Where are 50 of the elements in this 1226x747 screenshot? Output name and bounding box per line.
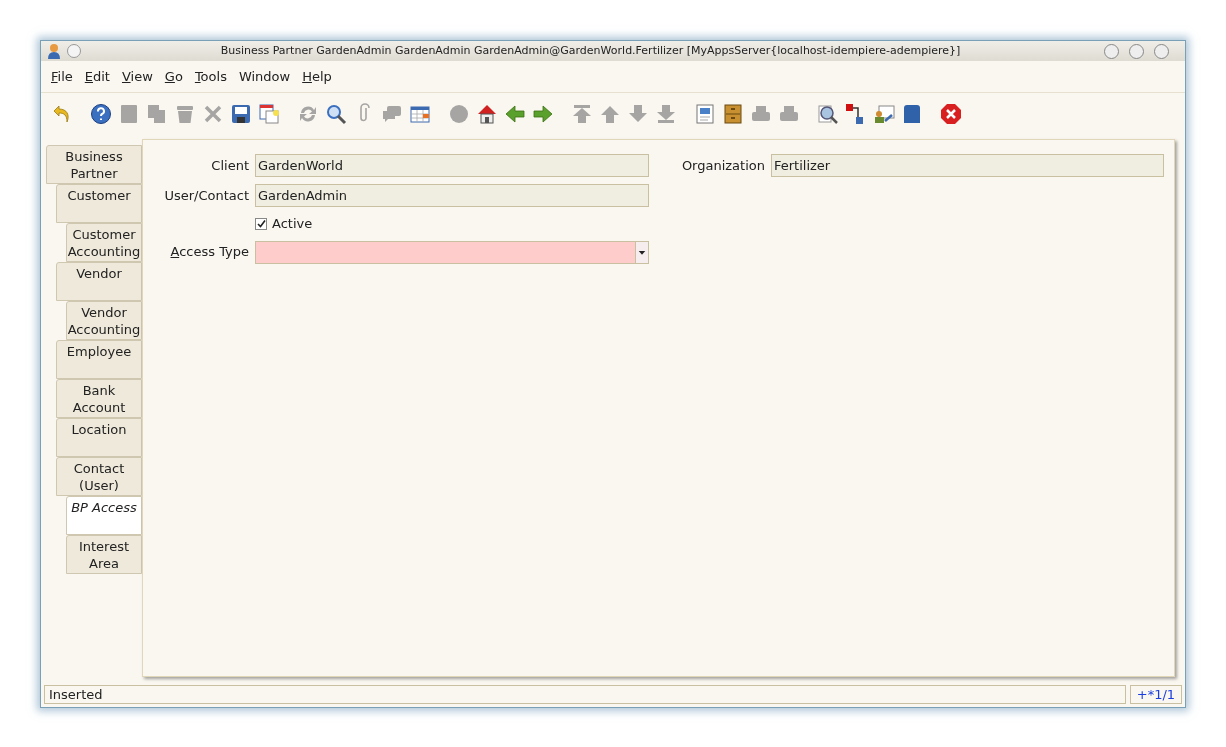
user-contact-field[interactable]: GardenAdmin [255, 184, 649, 207]
active-checkbox[interactable] [255, 217, 267, 230]
user-icon [47, 43, 61, 59]
tab[interactable]: Location [56, 418, 142, 457]
field-label: User/Contact [163, 186, 249, 205]
menu-item[interactable]: View [115, 66, 159, 87]
mail-people-icon[interactable] [873, 103, 895, 125]
tab[interactable]: Contact (User) [56, 457, 142, 496]
window-title: Business Partner GardenAdmin GardenAdmin GardenAdmin@GardenWorld.Fertilizer [MyAppsServer{localhost-idempiere-adempiere}] [219, 42, 962, 59]
tab[interactable]: Vendor [56, 262, 142, 301]
menu-item[interactable]: Window [232, 66, 297, 87]
close-icon[interactable] [940, 103, 962, 125]
pin-button[interactable] [67, 44, 81, 58]
tab[interactable]: Bank Account [56, 379, 142, 418]
close-button[interactable] [1154, 43, 1169, 59]
tab[interactable]: Customer Accounting [66, 223, 142, 262]
organization-field[interactable]: Fertilizer [771, 154, 1164, 177]
tab[interactable]: BP Access [66, 496, 142, 535]
minimize-button[interactable] [1104, 43, 1119, 59]
checkbox-label: Active [272, 215, 313, 233]
maximize-button[interactable] [1129, 43, 1144, 59]
menu-item[interactable]: File [45, 66, 79, 87]
help-icon[interactable] [90, 103, 112, 125]
menu-item[interactable]: Tools [188, 66, 233, 87]
home-icon[interactable] [476, 103, 498, 125]
tab[interactable]: Business Partner [46, 145, 142, 184]
tab[interactable]: Vendor Accounting [66, 301, 142, 340]
status-message: Inserted [44, 685, 1126, 704]
field-label: Organization [680, 156, 765, 175]
left-arrow-icon[interactable] [504, 103, 526, 125]
report-icon[interactable] [694, 103, 716, 125]
cabinet-icon[interactable] [722, 103, 744, 125]
field-label: Client [210, 156, 249, 175]
table-icon[interactable] [409, 103, 431, 125]
field-label: Access Type [169, 243, 249, 262]
save-icon[interactable] [230, 103, 252, 125]
record-counter: +*1/1 [1130, 685, 1182, 704]
tab[interactable]: Employee [56, 340, 142, 379]
access-type-dropdown[interactable] [255, 240, 649, 264]
tab[interactable]: Interest Area [66, 535, 142, 574]
client-field[interactable]: GardenWorld [255, 154, 649, 177]
menu-item[interactable]: Edit [78, 66, 116, 87]
right-arrow-icon[interactable] [532, 103, 554, 125]
menu-item[interactable]: Go [158, 66, 189, 87]
search-icon[interactable] [325, 103, 347, 125]
menu-item[interactable]: Help [296, 66, 338, 87]
save-new-icon[interactable] [258, 103, 280, 125]
tab[interactable]: Customer [56, 184, 142, 223]
magnifier-icon[interactable] [817, 103, 839, 125]
caret-icon [635, 241, 648, 263]
